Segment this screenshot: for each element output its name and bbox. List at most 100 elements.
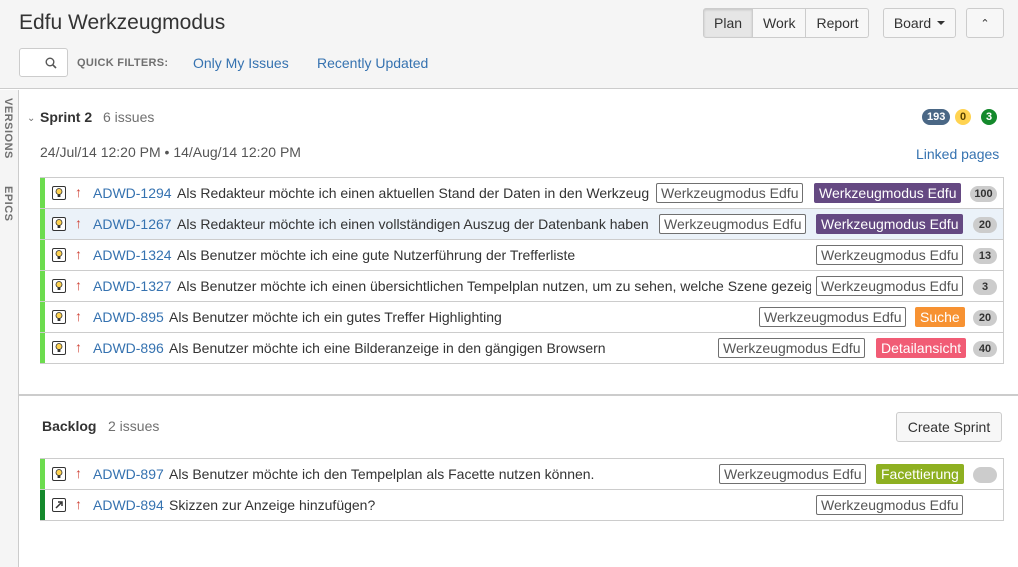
issue-summary: Als Redakteur möchte ich einen aktuellen… — [177, 185, 650, 201]
estimate-badge: 13 — [973, 248, 997, 264]
version-label: Werkzeugmodus Edfu — [656, 183, 804, 203]
epic-label: Facettierung — [876, 464, 964, 484]
issue-key[interactable]: ADWD-897 — [93, 466, 164, 482]
status-badge-done: 3 — [981, 109, 998, 125]
issue-key[interactable]: ADWD-894 — [93, 497, 164, 513]
version-label: Werkzeugmodus Edfu — [659, 214, 807, 234]
search-icon — [45, 57, 57, 69]
drag-handle[interactable] — [40, 459, 45, 489]
story-icon — [52, 279, 66, 293]
sprint-name: Sprint 2 — [40, 109, 93, 125]
issue-row[interactable]: ↑ ADWD-897 Als Benutzer möchte ich den T… — [40, 459, 1004, 490]
issue-row[interactable]: ↑ ADWD-896 Als Benutzer möchte ich eine … — [40, 333, 1004, 364]
backlog-issue-count: 2 issues — [108, 418, 160, 434]
board-header: Edfu Werkzeugmodus Plan Work Report Boar… — [0, 0, 1018, 89]
issue-row[interactable]: ↑ ADWD-1294 Als Redakteur möchte ich ein… — [40, 178, 1004, 209]
sprint-issue-list: ↑ ADWD-1294 Als Redakteur möchte ich ein… — [40, 177, 1004, 364]
mode-switcher: Plan Work Report — [703, 8, 870, 38]
issue-summary: Als Benutzer möchte ich einen übersichtl… — [177, 278, 811, 294]
epic-label: Suche — [915, 307, 965, 327]
board-label: Board — [893, 15, 932, 31]
estimate-badge: 20 — [973, 217, 997, 233]
version-label: Werkzeugmodus Edfu — [816, 245, 964, 265]
estimate-badge — [973, 467, 997, 483]
version-label: Werkzeugmodus Edfu — [719, 464, 867, 484]
priority-major-icon: ↑ — [75, 308, 82, 324]
issue-key[interactable]: ADWD-1324 — [93, 247, 172, 263]
improvement-icon — [52, 498, 66, 512]
drag-handle[interactable] — [40, 240, 45, 270]
chevron-down-icon[interactable]: ⌄ — [27, 113, 35, 124]
estimate-badge: 3 — [973, 279, 997, 295]
drag-handle[interactable] — [40, 209, 45, 239]
issue-key[interactable]: ADWD-895 — [93, 309, 164, 325]
issue-summary: Skizzen zur Anzeige hinzufügen? — [169, 497, 376, 513]
version-label: Werkzeugmodus Edfu — [816, 276, 964, 296]
priority-major-icon: ↑ — [75, 215, 82, 231]
story-icon — [52, 310, 66, 324]
story-icon — [52, 341, 66, 355]
drag-handle[interactable] — [40, 271, 45, 301]
work-mode-button[interactable]: Work — [753, 8, 807, 38]
issue-key[interactable]: ADWD-1267 — [93, 216, 172, 232]
plan-mode-button[interactable]: Plan — [703, 8, 754, 38]
version-label: Werkzeugmodus Edfu — [759, 307, 907, 327]
backlog-issue-list: ↑ ADWD-897 Als Benutzer möchte ich den T… — [40, 458, 1004, 521]
issue-row[interactable]: ↑ ADWD-1324 Als Benutzer möchte ich eine… — [40, 240, 1004, 271]
create-sprint-button[interactable]: Create Sprint — [896, 412, 1002, 442]
side-rail: VERSIONS EPICS — [0, 90, 19, 567]
caret-down-icon — [937, 21, 946, 25]
board-title: Edfu Werkzeugmodus — [19, 11, 226, 34]
priority-major-icon: ↑ — [75, 496, 82, 512]
estimate-badge: 20 — [973, 310, 997, 326]
quick-filters-label: QUICK FILTERS: — [77, 57, 169, 69]
search-input[interactable] — [19, 48, 68, 77]
chevron-up-icon: ⌃ — [980, 17, 990, 30]
versions-tab[interactable]: VERSIONS — [2, 98, 14, 159]
drag-handle[interactable] — [40, 178, 45, 208]
linked-pages-link[interactable]: Linked pages — [916, 146, 999, 162]
story-icon — [52, 248, 66, 262]
story-icon — [52, 186, 66, 200]
issue-row[interactable]: ↑ ADWD-1267 Als Redakteur möchte ich ein… — [40, 209, 1004, 240]
epic-label: Werkzeugmodus Edfu — [814, 183, 962, 203]
issue-key[interactable]: ADWD-896 — [93, 340, 164, 356]
epics-tab[interactable]: EPICS — [2, 186, 14, 222]
issue-row[interactable]: ↑ ADWD-1327 Als Benutzer möchte ich eine… — [40, 271, 1004, 302]
priority-major-icon: ↑ — [75, 277, 82, 293]
status-badge-in-progress: 0 — [955, 109, 972, 125]
epic-label: Detailansicht — [876, 338, 967, 358]
estimate-badge: 40 — [973, 341, 997, 357]
priority-major-icon: ↑ — [75, 339, 82, 355]
drag-handle[interactable] — [40, 302, 45, 332]
issue-row[interactable]: ↑ ADWD-895 Als Benutzer möchte ich ein g… — [40, 302, 1004, 333]
estimate-badge: 100 — [970, 186, 997, 202]
issue-summary: Als Benutzer möchte ich ein gutes Treffe… — [169, 309, 502, 325]
story-icon — [52, 467, 66, 481]
priority-major-icon: ↑ — [75, 465, 82, 481]
sprint-issue-count: 6 issues — [103, 109, 155, 125]
issue-summary: Als Benutzer möchte ich eine Bilderanzei… — [169, 340, 606, 356]
issue-summary: Als Redakteur möchte ich einen vollständ… — [177, 216, 649, 232]
quick-filter-recently-updated[interactable]: Recently Updated — [317, 55, 428, 71]
version-label: Werkzeugmodus Edfu — [816, 495, 964, 515]
version-label: Werkzeugmodus Edfu — [718, 338, 866, 358]
section-divider — [19, 394, 1018, 396]
report-mode-button[interactable]: Report — [806, 8, 870, 38]
priority-major-icon: ↑ — [75, 184, 82, 200]
sprint-dates: 24/Jul/14 12:20 PM • 14/Aug/14 12:20 PM — [40, 144, 301, 160]
issue-key[interactable]: ADWD-1294 — [93, 185, 172, 201]
story-icon — [52, 217, 66, 231]
backlog-title: Backlog — [42, 418, 97, 434]
issue-row[interactable]: ↑ ADWD-894 Skizzen zur Anzeige hinzufüge… — [40, 490, 1004, 521]
epic-label: Werkzeugmodus Edfu — [816, 214, 964, 234]
collapse-header-button[interactable]: ⌃ — [966, 8, 1004, 38]
drag-handle[interactable] — [40, 490, 45, 520]
drag-handle[interactable] — [40, 333, 45, 363]
status-badge-todo: 193 — [922, 109, 951, 125]
board-dropdown-button[interactable]: Board — [883, 8, 956, 38]
priority-major-icon: ↑ — [75, 246, 82, 262]
issue-summary: Als Benutzer möchte ich den Tempelplan a… — [169, 466, 595, 482]
issue-key[interactable]: ADWD-1327 — [93, 278, 172, 294]
quick-filter-only-my-issues[interactable]: Only My Issues — [193, 55, 289, 71]
